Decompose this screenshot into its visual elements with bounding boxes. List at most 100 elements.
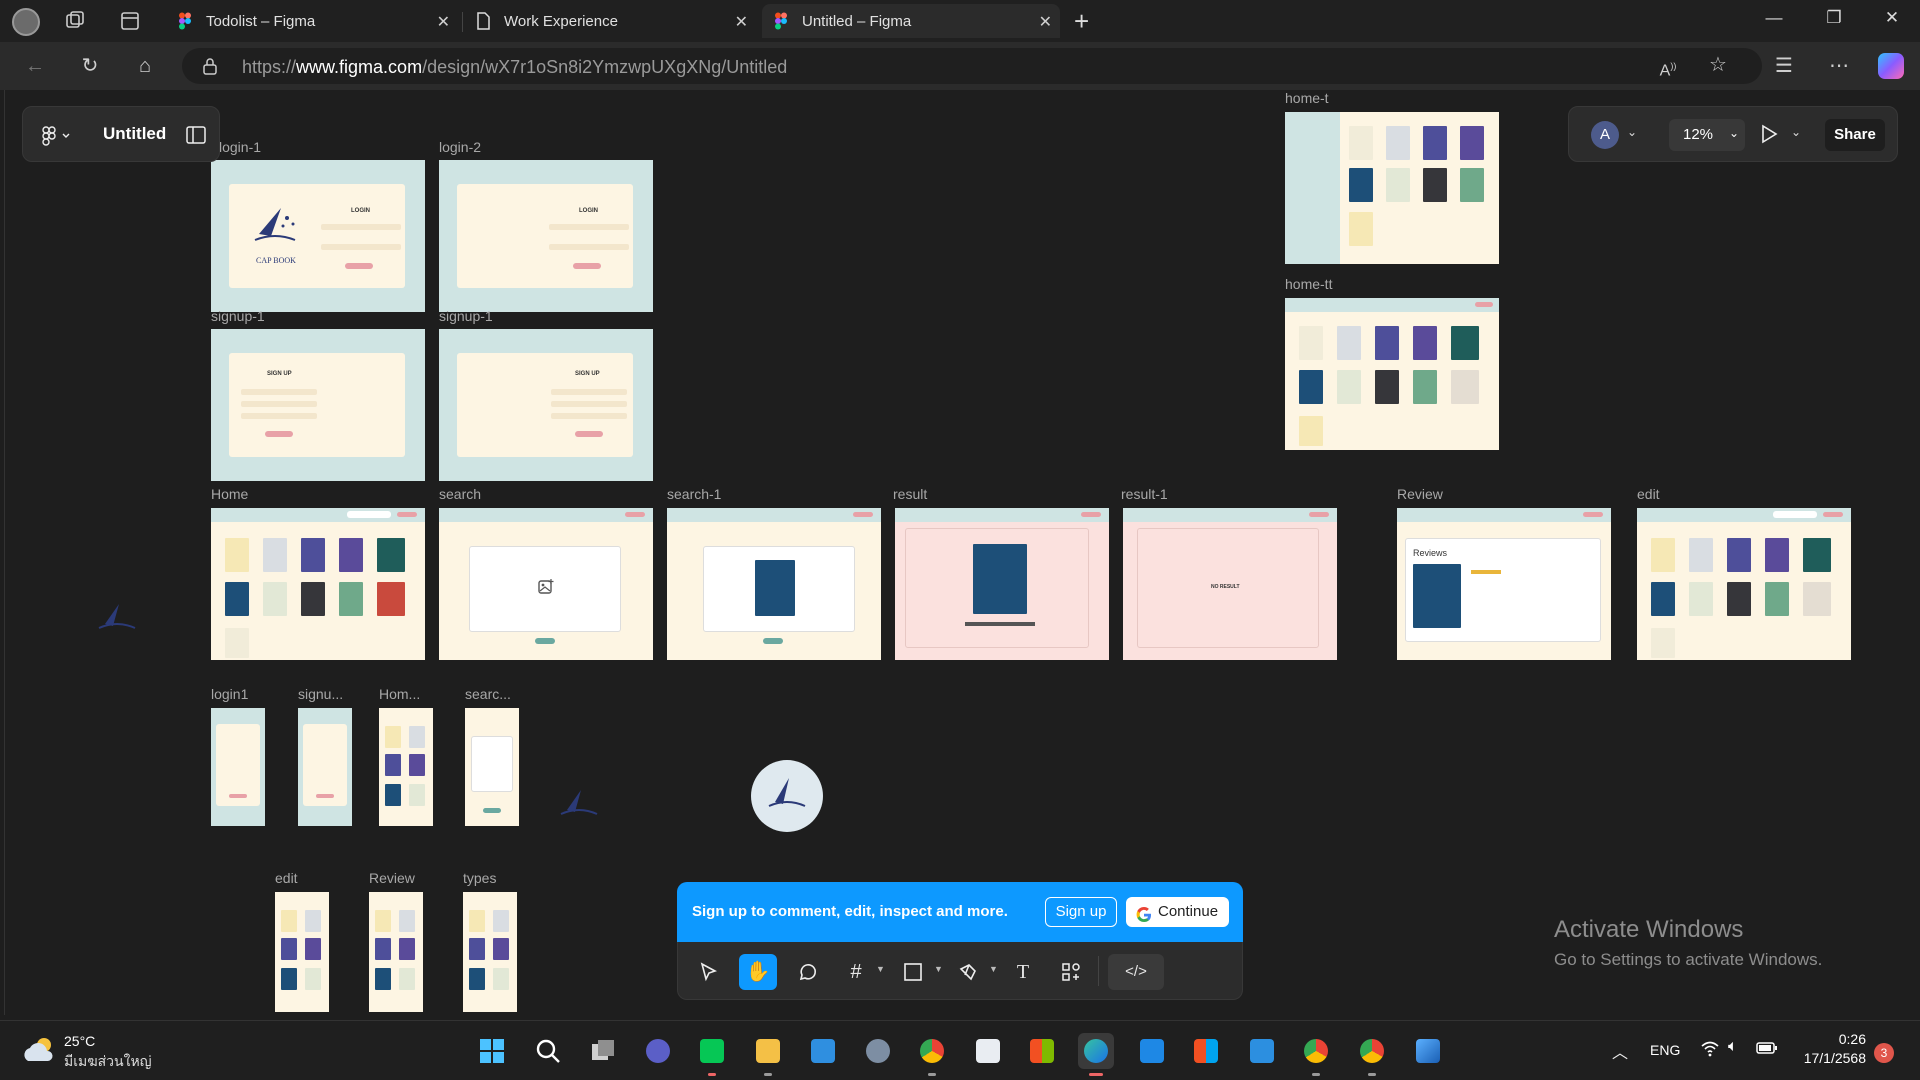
book-cover bbox=[469, 968, 485, 990]
text-tool-icon[interactable]: T bbox=[1004, 954, 1042, 990]
office-icon[interactable] bbox=[1024, 1033, 1060, 1069]
close-tab-icon[interactable]: ✕ bbox=[1039, 12, 1052, 32]
tray-chevron-up-icon[interactable]: ︿ bbox=[1612, 1039, 1628, 1063]
start-button[interactable] bbox=[474, 1033, 510, 1069]
tab-untitled-figma[interactable]: Untitled – Figma ✕ bbox=[762, 4, 1060, 38]
search-icon[interactable] bbox=[530, 1033, 566, 1069]
zoom-dropdown[interactable]: 12% ⌄ bbox=[1669, 119, 1745, 151]
favorite-star-icon[interactable]: ☆ bbox=[1704, 53, 1732, 77]
shape-tool-icon[interactable] bbox=[894, 954, 932, 990]
frame-mobile-types[interactable] bbox=[463, 892, 517, 1012]
file-explorer-icon[interactable] bbox=[750, 1033, 786, 1076]
frame-mobile-home[interactable] bbox=[379, 708, 433, 826]
frame-review[interactable]: Reviews bbox=[1397, 508, 1611, 660]
frame-label: signup-1 bbox=[211, 308, 265, 324]
frame-mobile-signup[interactable] bbox=[298, 708, 352, 826]
copilot-icon[interactable] bbox=[1878, 53, 1904, 79]
frame-home[interactable] bbox=[211, 508, 425, 660]
close-tab-icon[interactable]: ✕ bbox=[735, 12, 748, 32]
frame-login-1[interactable]: CAP BOOK LOGIN bbox=[211, 160, 425, 312]
photos-icon[interactable] bbox=[1410, 1033, 1446, 1069]
volume-icon[interactable]: 🔈︎ bbox=[1728, 1038, 1738, 1056]
close-window-button[interactable]: ✕ bbox=[1872, 8, 1912, 28]
frame-signup-2[interactable]: SIGN UP bbox=[439, 329, 653, 481]
read-aloud-icon[interactable]: A)) bbox=[1654, 54, 1682, 79]
line-app-icon[interactable] bbox=[694, 1033, 730, 1076]
restore-button[interactable]: ❐ bbox=[1814, 8, 1854, 28]
vscode-icon[interactable] bbox=[1244, 1033, 1280, 1069]
refresh-icon[interactable]: ↻ bbox=[75, 52, 105, 80]
user-avatar[interactable]: A bbox=[1591, 121, 1619, 149]
favorites-icon[interactable]: ☰ bbox=[1770, 54, 1798, 78]
frame-signup-1[interactable]: SIGN UP bbox=[211, 329, 425, 481]
workspaces-icon[interactable] bbox=[64, 10, 86, 32]
store-icon[interactable] bbox=[970, 1033, 1006, 1069]
frame-mobile-edit[interactable] bbox=[275, 892, 329, 1012]
figma-menu-icon[interactable] bbox=[41, 125, 75, 147]
task-view-icon[interactable] bbox=[585, 1033, 621, 1069]
book-cover bbox=[305, 968, 321, 990]
meet-icon[interactable] bbox=[640, 1033, 676, 1069]
signup-button[interactable]: Sign up bbox=[1045, 897, 1117, 927]
input-language[interactable]: ENG bbox=[1650, 1042, 1680, 1058]
file-title[interactable]: Untitled bbox=[103, 124, 166, 144]
battery-icon[interactable] bbox=[1756, 1041, 1778, 1060]
frame-tool-icon[interactable]: # bbox=[837, 954, 875, 990]
components-tool-icon[interactable] bbox=[1052, 954, 1090, 990]
frame-home-tt[interactable] bbox=[1285, 298, 1499, 450]
pen-tool-icon[interactable] bbox=[949, 954, 987, 990]
book-cover bbox=[755, 560, 795, 616]
new-tab-button[interactable]: + bbox=[1074, 6, 1089, 37]
hand-tool-icon[interactable]: ✋ bbox=[739, 954, 777, 990]
frame-search-1[interactable] bbox=[667, 508, 881, 660]
home-icon[interactable]: ⌂ bbox=[130, 52, 160, 80]
ms-store-icon[interactable] bbox=[1188, 1033, 1224, 1069]
notification-badge[interactable]: 3 bbox=[1874, 1043, 1894, 1063]
frame-result[interactable] bbox=[895, 508, 1109, 660]
frame-mobile-login1[interactable] bbox=[211, 708, 265, 826]
address-bar[interactable]: https://www.figma.com/design/wX7r1oSn8i2… bbox=[182, 48, 1762, 84]
mail-icon[interactable] bbox=[805, 1033, 841, 1069]
profile-avatar[interactable] bbox=[12, 8, 40, 36]
edge-icon[interactable] bbox=[1078, 1033, 1114, 1076]
dev-mode-icon[interactable]: </> bbox=[1108, 954, 1164, 990]
chrome-profile-icon[interactable] bbox=[1298, 1033, 1334, 1076]
chevron-down-icon[interactable]: ▼ bbox=[934, 964, 943, 974]
present-play-icon[interactable] bbox=[1759, 123, 1779, 150]
continue-with-google-button[interactable]: Continue bbox=[1126, 897, 1229, 927]
figma-canvas[interactable]: login-1 CAP BOOK LOGIN login-2 LOGIN sig… bbox=[4, 90, 1920, 1015]
chevron-down-icon[interactable]: ⌄ bbox=[1627, 125, 1637, 139]
username-field bbox=[321, 224, 401, 230]
frame-result-1[interactable]: NO RESULT bbox=[1123, 508, 1337, 660]
share-button[interactable]: Share bbox=[1825, 119, 1885, 151]
frame-label: search bbox=[439, 486, 482, 502]
toggle-sidebar-icon[interactable] bbox=[185, 125, 207, 145]
frame-edit[interactable] bbox=[1637, 508, 1851, 660]
azure-data-icon[interactable] bbox=[1134, 1033, 1170, 1069]
frame-mobile-review[interactable] bbox=[369, 892, 423, 1012]
book-logo-icon bbox=[557, 786, 601, 827]
back-icon[interactable]: ← bbox=[20, 52, 50, 80]
wifi-icon[interactable] bbox=[1700, 1039, 1720, 1062]
vertical-tabs-icon[interactable] bbox=[119, 10, 141, 32]
frame-home-t[interactable] bbox=[1285, 112, 1499, 264]
username-field bbox=[549, 224, 629, 230]
minimize-button[interactable]: — bbox=[1754, 8, 1794, 28]
tab-todolist[interactable]: Todolist – Figma ✕ bbox=[166, 4, 458, 38]
close-tab-icon[interactable]: ✕ bbox=[437, 12, 450, 32]
settings-gear-icon[interactable] bbox=[860, 1033, 896, 1069]
frame-login-2[interactable]: LOGIN bbox=[439, 160, 653, 312]
chrome-profile-icon[interactable] bbox=[1354, 1033, 1390, 1076]
clock[interactable]: 0:26 17/1/2568 bbox=[1776, 1031, 1866, 1066]
move-tool-icon[interactable] bbox=[690, 954, 728, 990]
comment-tool-icon[interactable] bbox=[789, 954, 827, 990]
frame-mobile-search[interactable] bbox=[465, 708, 519, 826]
more-options-icon[interactable]: ⋯ bbox=[1825, 54, 1853, 78]
chrome-icon[interactable] bbox=[914, 1033, 950, 1076]
chevron-down-icon[interactable]: ⌄ bbox=[1791, 125, 1801, 139]
frame-search[interactable] bbox=[439, 508, 653, 660]
tab-work-experience[interactable]: Work Experience ✕ bbox=[464, 4, 756, 38]
chevron-down-icon[interactable]: ▼ bbox=[876, 964, 885, 974]
chevron-down-icon[interactable]: ▼ bbox=[989, 964, 998, 974]
rating-stars bbox=[1471, 570, 1501, 574]
